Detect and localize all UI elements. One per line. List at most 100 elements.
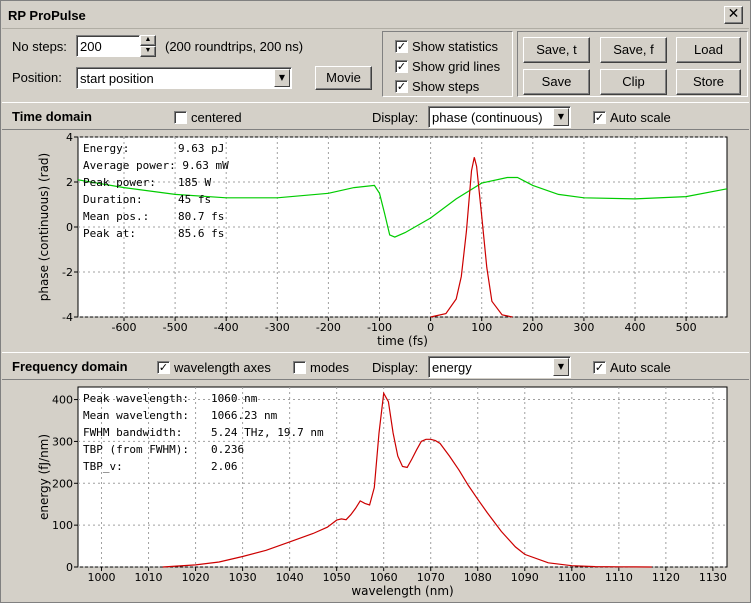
close-icon: ✕ [727, 6, 740, 22]
freq-auto-scale-label: Auto scale [610, 360, 671, 375]
x-tick-label: 1030 [229, 571, 257, 584]
save-t-button[interactable]: Save, t [523, 37, 590, 63]
close-button[interactable]: ✕ [724, 6, 743, 24]
stat-row: TBP (from FWHM): 0.236 [83, 441, 324, 458]
chevron-down-icon: ▼ [553, 358, 569, 376]
freq-auto-scale-checkbox[interactable]: ✓ [593, 361, 606, 374]
y-tick-label: 300 [52, 435, 73, 448]
x-tick-label: -600 [112, 321, 137, 334]
no-steps-info: (200 roundtrips, 200 ns) [165, 39, 304, 54]
stat-value: 80.7 fs [178, 210, 225, 223]
position-value: start position [80, 71, 154, 86]
x-tick-label: -400 [214, 321, 239, 334]
time-display-value: phase (continuous) [432, 110, 543, 125]
show-grid-lines-checkbox[interactable]: ✓ [395, 60, 408, 73]
time-display-select[interactable]: phase (continuous) ▼ [428, 106, 571, 128]
clip-button[interactable]: Clip [600, 69, 667, 95]
x-tick-label: 1070 [417, 571, 445, 584]
save-f-button[interactable]: Save, f [600, 37, 667, 63]
freq-display-value: energy [432, 360, 472, 375]
stat-key: Duration: [83, 193, 143, 206]
centered-checkbox[interactable] [174, 111, 187, 124]
frequency-stats: Peak wavelength: 1060 nm Mean wavelength:… [83, 390, 324, 475]
store-button[interactable]: Store [676, 69, 741, 95]
y-tick-label: 0 [66, 221, 73, 234]
no-steps-input[interactable]: 200 [76, 35, 140, 57]
wavelength-axes-label: wavelength axes [174, 360, 271, 375]
stat-value: 5.24 THz, 19.7 nm [211, 426, 324, 439]
stat-row: Peak at: 85.6 fs [83, 225, 229, 242]
x-tick-label: 0 [427, 321, 434, 334]
time-stats: Energy: 9.63 pJ Average power: 9.63 mW Pe… [83, 140, 229, 242]
centered-label: centered [191, 110, 242, 125]
stat-key: FWHM bandwidth: [83, 426, 183, 439]
y-tick-label: 400 [52, 394, 73, 407]
y-axis-label: phase (continuous) (rad) [37, 153, 51, 301]
stat-key: TBP_v: [83, 460, 123, 473]
x-axis-label: wavelength (nm) [351, 584, 453, 598]
stat-key: TBP (from FWHM): [83, 443, 189, 456]
y-tick-label: 0 [66, 561, 73, 574]
stat-value: 2.06 [211, 460, 238, 473]
x-tick-label: 1080 [464, 571, 492, 584]
chevron-down-icon: ▼ [553, 108, 569, 126]
stat-row: Peak power: 185 W [83, 174, 229, 191]
x-tick-label: 100 [471, 321, 492, 334]
wavelength-axes-checkbox[interactable]: ✓ [157, 361, 170, 374]
time-auto-scale-checkbox[interactable]: ✓ [593, 111, 606, 124]
freq-display-label: Display: [372, 360, 419, 375]
no-steps-label: No steps: [12, 39, 67, 54]
x-tick-label: 1040 [276, 571, 304, 584]
frequency-domain-header: Frequency domain ✓ wavelength axes modes… [2, 352, 749, 380]
y-tick-label: 2 [66, 176, 73, 189]
y-axis-label: energy (fJ/nm) [37, 434, 51, 520]
save-button[interactable]: Save [523, 69, 590, 95]
stat-key: Peak at: [83, 227, 136, 240]
time-auto-scale-label: Auto scale [610, 110, 671, 125]
x-tick-label: 1050 [323, 571, 351, 584]
x-tick-label: -300 [265, 321, 290, 334]
x-tick-label: 1060 [370, 571, 398, 584]
x-tick-label: 1020 [182, 571, 210, 584]
stat-key: Peak wavelength: [83, 392, 189, 405]
no-steps-value: 200 [80, 39, 102, 54]
x-tick-label: -100 [367, 321, 392, 334]
y-tick-label: 4 [66, 131, 73, 144]
stat-value: 85.6 fs [178, 227, 225, 240]
x-tick-label: 1090 [511, 571, 539, 584]
spin-up-button[interactable]: ▲ [140, 35, 156, 46]
stat-value: 45 fs [178, 193, 212, 206]
time-domain-title: Time domain [12, 109, 92, 124]
spin-down-button[interactable]: ▼ [140, 46, 156, 57]
x-tick-label: 1000 [88, 571, 116, 584]
load-button[interactable]: Load [676, 37, 741, 63]
stat-key: Average power: [83, 159, 176, 172]
window-title: RP ProPulse [8, 8, 86, 23]
position-select[interactable]: start position ▼ [76, 67, 292, 89]
stat-key: Peak power: [83, 176, 156, 189]
stat-row: Mean wavelength: 1066.23 nm [83, 407, 324, 424]
freq-display-select[interactable]: energy ▼ [428, 356, 571, 378]
stat-key: Mean wavelength: [83, 409, 189, 422]
title-bar: RP ProPulse ✕ [2, 2, 749, 29]
x-tick-label: 1130 [699, 571, 727, 584]
stat-value: 9.63 pJ [178, 142, 225, 155]
show-steps-checkbox[interactable]: ✓ [395, 80, 408, 93]
chevron-down-icon: ▼ [274, 69, 290, 87]
frequency-domain-title: Frequency domain [12, 359, 128, 374]
x-tick-label: 500 [676, 321, 697, 334]
stat-row: FWHM bandwidth: 5.24 THz, 19.7 nm [83, 424, 324, 441]
time-domain-header: Time domain centered Display: phase (con… [2, 102, 749, 130]
x-tick-label: 1100 [558, 571, 586, 584]
x-tick-label: 300 [573, 321, 594, 334]
stat-value: 1060 nm [211, 392, 258, 405]
stat-row: Duration: 45 fs [83, 191, 229, 208]
x-axis-label: time (fs) [377, 334, 428, 348]
movie-button[interactable]: Movie [315, 66, 372, 90]
y-tick-label: 200 [52, 477, 73, 490]
modes-checkbox[interactable] [293, 361, 306, 374]
show-statistics-checkbox[interactable]: ✓ [395, 40, 408, 53]
stat-row: Average power: 9.63 mW [83, 157, 229, 174]
x-tick-label: -500 [163, 321, 188, 334]
y-tick-label: -4 [62, 311, 73, 324]
